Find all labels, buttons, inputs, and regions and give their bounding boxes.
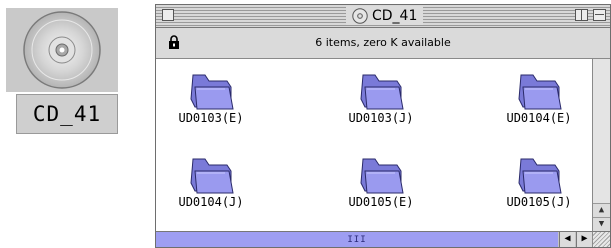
folder-label: UD0104(J) (178, 195, 244, 209)
close-box-button[interactable] (162, 9, 174, 21)
window-title: CD_41 (372, 7, 418, 24)
resize-grow-box[interactable] (592, 231, 610, 247)
folder-item[interactable]: UD0104(J) (156, 149, 266, 215)
vertical-scrollbar[interactable]: ▲ ▼ (592, 59, 610, 247)
window-info-bar: 6 items, zero K available (156, 28, 610, 59)
folder-icon (190, 158, 234, 194)
cd-disc-icon (352, 7, 368, 24)
folder-label: UD0105(J) (506, 195, 572, 209)
scroll-up-arrow-icon[interactable]: ▲ (593, 203, 610, 217)
desktop-cd-icon[interactable]: CD_41 (6, 8, 118, 136)
desktop-cd-label[interactable]: CD_41 (16, 94, 118, 134)
folder-label: UD0103(J) (348, 111, 414, 125)
collapse-box-button[interactable] (593, 9, 606, 21)
horizontal-scroll-track[interactable]: III (156, 232, 558, 247)
folder-item[interactable]: UD0105(J) (484, 149, 594, 215)
finder-window: CD_41 6 items, zero K available UD0103(E… (155, 4, 611, 248)
items-status-text: 6 items, zero K available (315, 36, 451, 49)
scroll-left-arrow-icon[interactable]: ◀ (559, 232, 575, 247)
folder-label: UD0105(E) (348, 195, 414, 209)
folder-icon (360, 158, 404, 194)
folder-item[interactable]: UD0105(E) (326, 149, 436, 215)
folder-item[interactable]: UD0104(E) (484, 65, 594, 131)
scroll-thumb-grip[interactable]: III (347, 235, 366, 245)
scroll-right-arrow-icon[interactable]: ▶ (576, 232, 592, 247)
folder-icon (360, 74, 404, 110)
window-titlebar[interactable]: CD_41 (156, 5, 610, 28)
folder-item[interactable]: UD0103(J) (326, 65, 436, 131)
folder-label: UD0103(E) (178, 111, 244, 125)
folder-item[interactable]: UD0103(E) (156, 65, 266, 131)
horizontal-scrollbar[interactable]: III ◀ ▶ (156, 231, 592, 247)
zoom-box-button[interactable] (575, 9, 588, 21)
scroll-down-arrow-icon[interactable]: ▼ (593, 217, 610, 231)
cd-disc-icon (6, 8, 118, 92)
folder-icon (518, 158, 562, 194)
window-content-area: UD0103(E) UD0103(J) UD0104(E) UD0104(J) … (156, 59, 592, 247)
folder-icon (518, 74, 562, 110)
window-title-group: CD_41 (346, 6, 424, 25)
folder-label: UD0104(E) (506, 111, 572, 125)
folder-icon (190, 74, 234, 110)
